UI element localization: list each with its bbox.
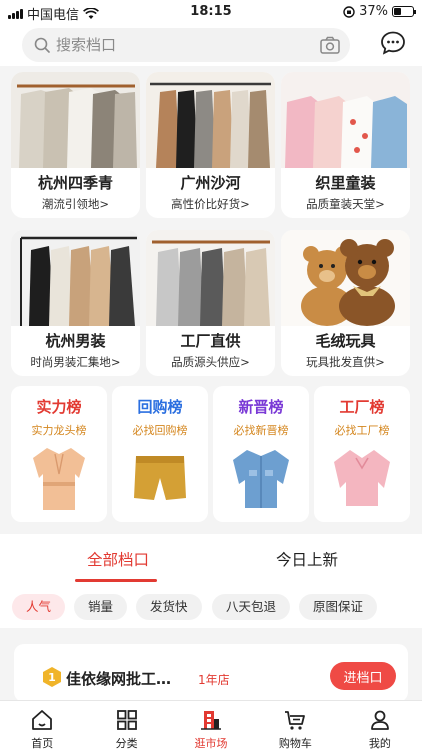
- nav-label: 首页: [31, 737, 54, 750]
- market-tagline: 品质童装天堂>: [306, 197, 385, 211]
- ranking-card-factory[interactable]: 工厂榜 必找工厂榜: [314, 386, 410, 522]
- ranking-subtitle: 实力龙头榜: [31, 424, 87, 437]
- chip-original-photo[interactable]: 原图保证: [299, 594, 378, 620]
- bottom-nav: 首页 分类 逛市场 购物车 我的: [0, 700, 422, 750]
- blazer-image: [33, 448, 85, 510]
- ranking-row: 实力榜 实力龙头榜 回购榜 必找回购榜 新晋榜 必找新晋榜 工厂榜 必找工厂榜: [11, 386, 411, 522]
- market-name: 杭州男装: [45, 332, 106, 350]
- chip-sales[interactable]: 销量: [74, 594, 128, 620]
- rank-badge-icon: 1: [43, 667, 61, 687]
- battery-percent: 37%: [359, 4, 388, 19]
- status-bar: 中国电信 18:15 37%: [0, 0, 422, 24]
- ranking-subtitle: 必找新晋榜: [233, 424, 289, 437]
- ranking-title: 新晋榜: [238, 398, 284, 416]
- home-icon: [32, 710, 53, 730]
- ranking-card-rising[interactable]: 新晋榜 必找新晋榜: [213, 386, 309, 522]
- market-name: 工厂直供: [180, 332, 241, 350]
- coats-rack-image: [11, 72, 140, 168]
- nav-category[interactable]: 分类: [84, 701, 168, 750]
- market-tagline: 品质源头供应>: [171, 355, 250, 369]
- market-name: 毛绒玩具: [315, 332, 376, 350]
- search-icon: [34, 37, 50, 53]
- cart-icon: [285, 711, 306, 730]
- nav-profile[interactable]: 我的: [338, 701, 422, 750]
- search-row: [0, 24, 422, 66]
- orientation-lock-icon: [343, 5, 355, 18]
- market-card-hangzhou-menswear[interactable]: 杭州男装 时尚男装汇集地>: [11, 230, 140, 376]
- camera-icon[interactable]: [320, 36, 340, 54]
- shop-tabs: 全部档口 今日上新: [0, 534, 422, 586]
- ranking-title: 工厂榜: [339, 398, 385, 416]
- sweaters-rack-image: [146, 230, 275, 326]
- nav-label: 购物车: [278, 737, 312, 750]
- chip-eight-day-return[interactable]: 八天包退: [212, 594, 291, 620]
- search-box[interactable]: [22, 28, 350, 62]
- chip-fast-shipping[interactable]: 发货快: [136, 594, 202, 620]
- shop-card[interactable]: 1 佳依缘网批工… 1年店 进档口: [14, 644, 408, 702]
- denim-jacket-image: [233, 450, 289, 508]
- market-name: 杭州四季青: [37, 174, 113, 192]
- market-card-plush-toys[interactable]: 毛绒玩具 玩具批发直供>: [281, 230, 410, 376]
- market-building-icon: [201, 711, 222, 730]
- market-name: 广州沙河: [180, 174, 241, 192]
- nav-market[interactable]: 逛市场: [169, 701, 253, 750]
- ranking-subtitle: 必找工厂榜: [334, 424, 390, 437]
- filter-chips: 人气 销量 发货快 八天包退 原图保证: [0, 586, 422, 628]
- tab-new-today[interactable]: 今日上新: [276, 548, 338, 570]
- nav-label: 分类: [115, 737, 138, 750]
- market-card-zhili-kidswear[interactable]: 织里童装 品质童装天堂>: [281, 72, 410, 218]
- ranking-card-repurchase[interactable]: 回购榜 必找回购榜: [112, 386, 208, 522]
- nav-label: 我的: [368, 737, 391, 750]
- shorts-image: [134, 456, 186, 500]
- nav-label: 逛市场: [194, 737, 228, 750]
- market-tagline: 时尚男装汇集地>: [30, 355, 121, 369]
- market-tagline: 高性价比好货>: [171, 197, 250, 211]
- status-right: 37%: [343, 4, 416, 19]
- battery-icon: [392, 6, 416, 17]
- grid-icon: [116, 710, 137, 730]
- enter-shop-button[interactable]: 进档口: [330, 662, 396, 690]
- shop-name: 佳依缘网批工…: [66, 670, 172, 688]
- blouse-image: [334, 450, 390, 506]
- kids-jackets-image: [281, 72, 410, 168]
- search-input[interactable]: [56, 28, 306, 62]
- market-card-hangzhou-sijiqing[interactable]: 杭州四季青 潮流引领地>: [11, 72, 140, 218]
- market-tagline: 潮流引领地>: [41, 197, 110, 211]
- tab-all-shops[interactable]: 全部档口: [87, 548, 149, 570]
- rank-badge-number: 1: [48, 671, 56, 684]
- mens-coats-image: [11, 230, 140, 326]
- nav-cart[interactable]: 购物车: [253, 701, 337, 750]
- market-tagline: 玩具批发直供>: [306, 355, 385, 369]
- user-icon: [370, 710, 389, 730]
- market-card-factory-direct[interactable]: 工厂直供 品质源头供应>: [146, 230, 275, 376]
- chip-popularity[interactable]: 人气: [12, 594, 66, 620]
- market-name: 织里童装: [315, 174, 376, 192]
- ranking-title: 实力榜: [36, 398, 82, 416]
- chat-bubble-icon[interactable]: [380, 30, 406, 56]
- market-card-guangzhou-shahe[interactable]: 广州沙河 高性价比好货>: [146, 72, 275, 218]
- active-tab-indicator: [75, 579, 157, 582]
- teddy-bears-image: [281, 230, 410, 326]
- nav-home[interactable]: 首页: [0, 701, 84, 750]
- shop-years-badge: 1年店: [198, 673, 230, 687]
- ranking-card-strength[interactable]: 实力榜 实力龙头榜: [11, 386, 107, 522]
- market-grid: 杭州四季青 潮流引领地> 广州沙河 高性价比好货> 织里童装 品质童装天堂> 杭…: [11, 72, 411, 376]
- ranking-title: 回购榜: [137, 398, 183, 416]
- coats-hanger-image: [146, 72, 275, 168]
- ranking-subtitle: 必找回购榜: [132, 424, 188, 437]
